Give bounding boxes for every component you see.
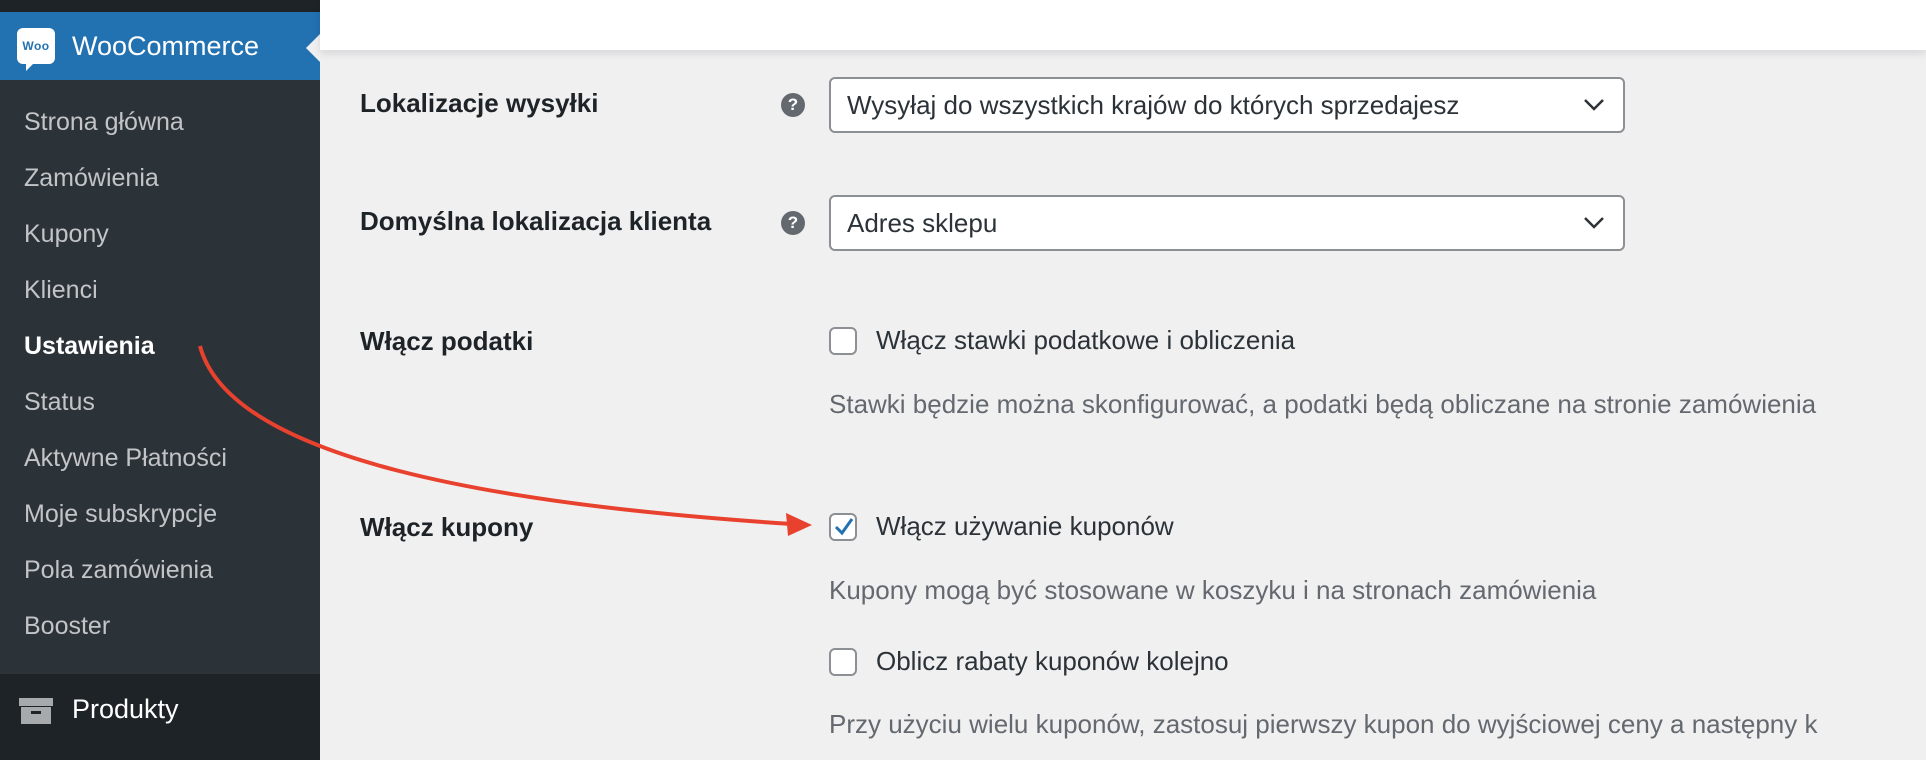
- chevron-down-icon: [1584, 99, 1604, 111]
- sidebar-item-kupony[interactable]: Kupony: [0, 212, 320, 268]
- sidebar-top-strip: [0, 0, 320, 12]
- enable-taxes-label: Włącz podatki: [360, 326, 534, 356]
- sidebar-item-moje-subskrypcje[interactable]: Moje subskrypcje: [0, 492, 320, 548]
- default-customer-location-value: Adres sklepu: [847, 207, 998, 238]
- checkmark-icon: [834, 517, 854, 535]
- help-icon[interactable]: ?: [781, 93, 805, 117]
- enable-coupons-checkbox[interactable]: [829, 512, 857, 541]
- active-menu-notch: [306, 34, 320, 62]
- woocommerce-menu-header[interactable]: Woo WooCommerce: [0, 12, 320, 80]
- enable-taxes-option: Włącz stawki podatkowe i obliczenia: [829, 325, 1295, 356]
- enable-taxes-checkbox[interactable]: [829, 326, 857, 355]
- sidebar-item-klienci[interactable]: Klienci: [0, 268, 320, 324]
- enable-coupons-label: Włącz kupony: [360, 512, 534, 542]
- sequential-coupons-checkbox-label[interactable]: Oblicz rabaty kuponów kolejno: [876, 646, 1229, 677]
- default-customer-location-label: Domyślna lokalizacja klienta: [360, 206, 712, 236]
- sequential-coupons-checkbox[interactable]: [829, 647, 857, 676]
- sequential-coupons-description: Przy użyciu wielu kuponów, zastosuj pier…: [829, 709, 1818, 739]
- sidebar-item-pola-zamowienia[interactable]: Pola zamówienia: [0, 548, 320, 604]
- shipping-locations-value: Wysyłaj do wszystkich krajów do których …: [847, 89, 1460, 120]
- default-customer-location-select[interactable]: Adres sklepu: [829, 195, 1625, 251]
- page-header-bar: [320, 0, 1926, 50]
- shipping-locations-label: Lokalizacje wysyłki: [360, 88, 599, 118]
- enable-coupons-option: Włącz używanie kuponów: [829, 511, 1174, 542]
- woocommerce-logo-text: Woo: [22, 39, 50, 53]
- sequential-coupons-option: Oblicz rabaty kuponów kolejno: [829, 646, 1229, 677]
- woocommerce-submenu: Strona główna Zamówienia Kupony Klienci …: [0, 100, 320, 660]
- woocommerce-logo-icon: Woo: [17, 28, 55, 71]
- sidebar-item-produkty-label: Produkty: [72, 694, 179, 724]
- sidebar-item-ustawienia[interactable]: Ustawienia: [0, 324, 320, 380]
- sidebar-item-produkty[interactable]: Produkty: [0, 674, 320, 760]
- sidebar-item-zamowienia[interactable]: Zamówienia: [0, 156, 320, 212]
- sidebar-item-aktywne-platnosci[interactable]: Aktywne Płatności: [0, 436, 320, 492]
- sidebar-item-booster[interactable]: Booster: [0, 604, 320, 660]
- enable-taxes-checkbox-label[interactable]: Włącz stawki podatkowe i obliczenia: [876, 325, 1295, 356]
- enable-coupons-checkbox-label[interactable]: Włącz używanie kuponów: [876, 511, 1174, 542]
- chevron-down-icon: [1584, 217, 1604, 229]
- archive-box-icon: [19, 698, 53, 724]
- enable-coupons-description: Kupony mogą być stosowane w koszyku i na…: [829, 575, 1597, 605]
- annotation-arrowhead-icon: [786, 513, 812, 536]
- sidebar-item-strona-glowna[interactable]: Strona główna: [0, 100, 320, 156]
- enable-taxes-description: Stawki będzie można skonfigurować, a pod…: [829, 389, 1817, 419]
- sidebar-item-status[interactable]: Status: [0, 380, 320, 436]
- help-icon[interactable]: ?: [781, 211, 805, 235]
- woocommerce-menu-title: WooCommerce: [72, 30, 260, 61]
- shipping-locations-select[interactable]: Wysyłaj do wszystkich krajów do których …: [829, 77, 1625, 133]
- admin-sidebar: Woo WooCommerce Strona główna Zamówienia…: [0, 0, 320, 760]
